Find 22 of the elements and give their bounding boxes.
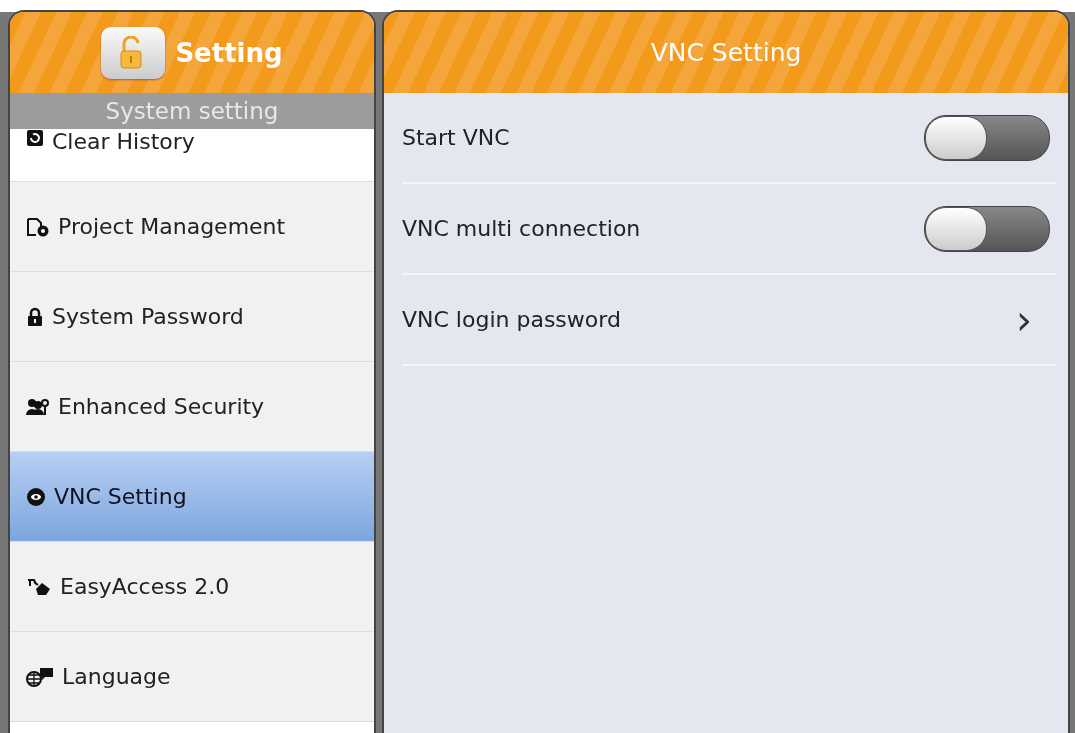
setting-label: VNC multi connection [402, 216, 641, 241]
sidebar-item[interactable]: EasyAccess 2.0 [10, 542, 374, 632]
panel-title: VNC Setting [650, 38, 802, 67]
setting-label: VNC login password [402, 307, 621, 332]
eye-icon [26, 486, 46, 507]
setting-label: Start VNC [402, 125, 510, 150]
toggle-switch[interactable] [924, 205, 1050, 252]
sidebar-item[interactable]: Clear History [10, 129, 374, 182]
section-header: System setting [10, 93, 374, 129]
document-icon [26, 216, 50, 237]
sidebar-title: Setting [175, 37, 283, 68]
globe-chat-icon [26, 666, 54, 687]
lock-icon [26, 306, 44, 327]
history-icon [26, 129, 44, 147]
sidebar-item[interactable]: Project Management [10, 182, 374, 272]
sidebar-item[interactable]: System Password [10, 272, 374, 362]
sidebar-item[interactable]: Language [10, 632, 374, 722]
toggle-switch[interactable] [924, 114, 1050, 161]
sidebar-item[interactable]: VNC Setting [10, 452, 374, 542]
sidebar-item[interactable]: Enhanced Security [10, 362, 374, 452]
chevron-icon[interactable]: › [1016, 299, 1050, 340]
users-icon [26, 397, 50, 416]
